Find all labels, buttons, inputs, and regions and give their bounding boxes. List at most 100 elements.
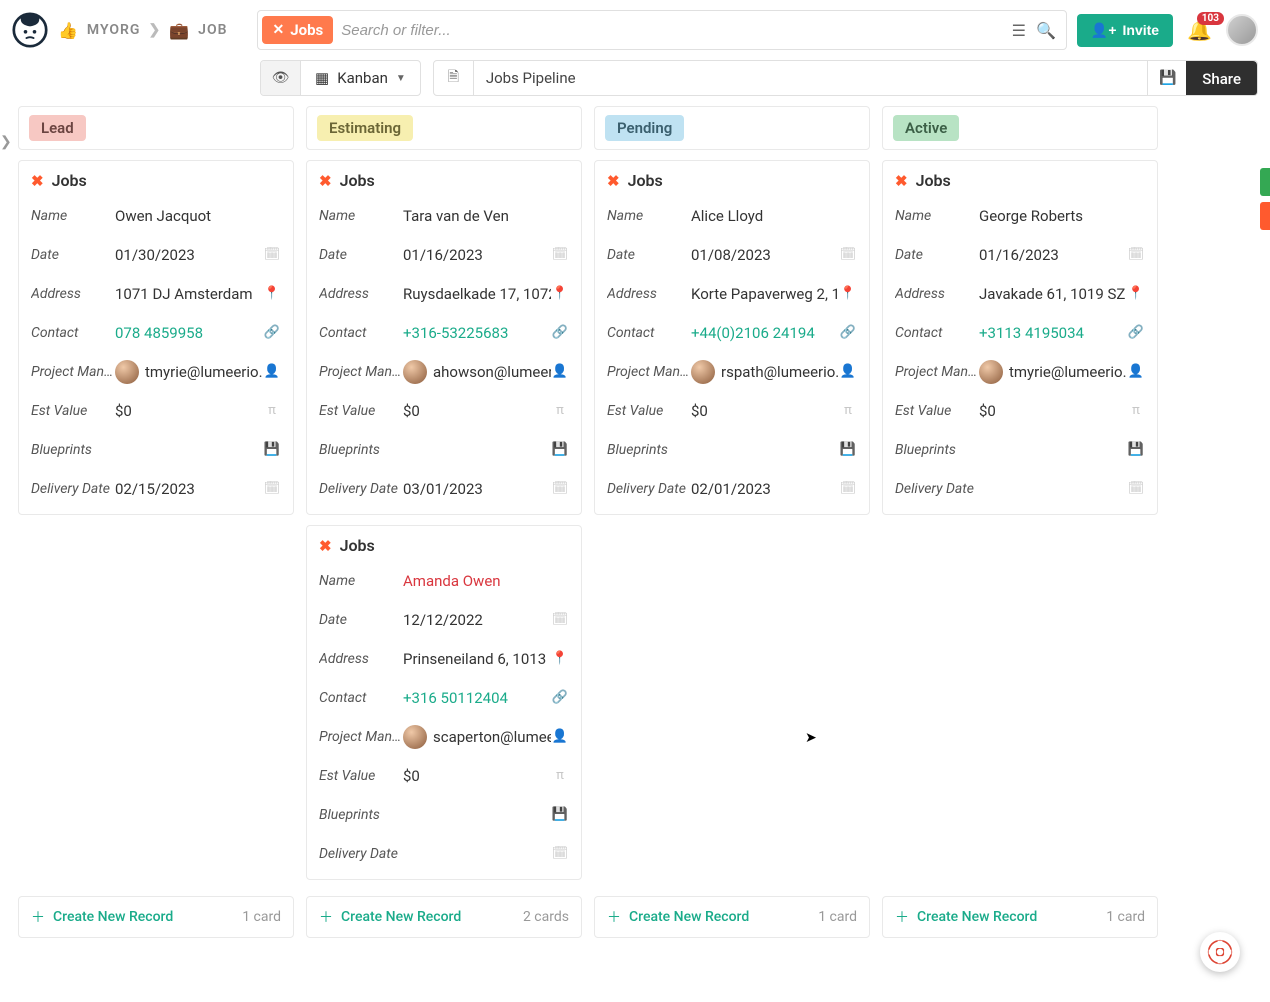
save-view-button[interactable]: 💾 [1147,61,1187,95]
breadcrumb-org[interactable]: MYORG [87,22,141,38]
field-value: Javakade 61, 1019 SZ [979,285,1127,303]
field-row[interactable]: Date 12/12/2022 🗓 [311,600,577,639]
field-row[interactable]: Name Owen Jacquot [23,196,289,235]
create-record-button[interactable]: ＋ Create New Record [31,907,173,927]
column-chip: Pending [605,115,684,141]
field-row[interactable]: Delivery Date 02/15/2023 🗓 [23,469,289,508]
field-label: Delivery Date [319,481,403,497]
notification-count: 103 [1197,12,1224,25]
calendar-icon: 🗓 [551,247,569,262]
field-row[interactable]: Est Value $0 π [23,391,289,430]
share-button[interactable]: Share [1186,61,1257,96]
field-row[interactable]: Project Manager ahowson@lumeeri 👤 [311,352,577,391]
job-card[interactable]: ✖ Jobs Name Amanda Owen Date 12/12/2022 … [306,525,582,880]
field-row[interactable]: Blueprints 💾 [887,430,1153,469]
field-label: Project Manager [319,729,403,745]
field-row[interactable]: Address Korte Papaverweg 2, 1 📍 [599,274,865,313]
pipeline-name[interactable]: Jobs Pipeline [474,61,1147,95]
field-row[interactable]: Date 01/16/2023 🗓 [887,235,1153,274]
field-row[interactable]: Est Value $0 π [887,391,1153,430]
field-row[interactable]: Delivery Date 02/01/2023 🗓 [599,469,865,508]
field-row[interactable]: Delivery Date 🗓 [887,469,1153,508]
search-icon[interactable]: 🔍 [1036,21,1056,40]
breadcrumb-project[interactable]: JOB [198,22,227,38]
calendar-icon: 🗓 [263,481,281,496]
field-label: Delivery Date [319,846,403,862]
field-row[interactable]: Est Value $0 π [311,756,577,795]
file-icon: 💾 [839,442,857,457]
field-row[interactable]: Date 01/30/2023 🗓 [23,235,289,274]
field-row[interactable]: Name Tara van de Ven [311,196,577,235]
card-title: ✖ Jobs [595,161,869,196]
field-label: Name [31,208,115,224]
card-title: ✖ Jobs [883,161,1157,196]
field-row[interactable]: Delivery Date 🗓 [311,834,577,873]
field-row[interactable]: Est Value $0 π [599,391,865,430]
field-label: Address [607,286,691,302]
column-header[interactable]: Lead [18,106,294,150]
column-header[interactable]: Estimating [306,106,582,150]
field-row[interactable]: Name George Roberts [887,196,1153,235]
field-row[interactable]: Address Javakade 61, 1019 SZ 📍 [887,274,1153,313]
list-icon[interactable]: ☰ [1012,21,1026,40]
create-record-button[interactable]: ＋ Create New Record [319,907,461,927]
field-row[interactable]: Blueprints 💾 [311,795,577,834]
expand-sidebar-handle[interactable]: ❯ [0,134,12,150]
create-record-button[interactable]: ＋ Create New Record [895,907,1037,927]
invite-button[interactable]: 👤+ Invite [1077,14,1173,47]
field-row[interactable]: Contact +3113 4195034 🔗 [887,313,1153,352]
field-row[interactable]: Contact +316-53225683 🔗 [311,313,577,352]
column-header[interactable]: Pending [594,106,870,150]
field-label: Contact [895,325,979,341]
field-row[interactable]: Project Manager tmyrie@lumeerio. 👤 [887,352,1153,391]
field-row[interactable]: Date 01/16/2023 🗓 [311,235,577,274]
search-chip[interactable]: ✕ Jobs [262,16,333,44]
side-tab-green[interactable] [1260,168,1270,196]
user-avatar[interactable] [1226,14,1258,46]
card-title-label: Jobs [628,171,663,190]
tools-icon: ✖ [319,537,332,555]
field-row[interactable]: Contact +316 50112404 🔗 [311,678,577,717]
help-button[interactable] [1200,932,1240,972]
column-header[interactable]: Active [882,106,1158,150]
field-row[interactable]: Address Ruysdaelkade 17, 1072 📍 [311,274,577,313]
field-row[interactable]: Blueprints 💾 [599,430,865,469]
user-icon: 👤 [551,729,569,744]
user-icon: 👤 [551,364,569,379]
field-row[interactable]: Contact 078 4859958 🔗 [23,313,289,352]
search-input[interactable] [341,22,1011,39]
field-row[interactable]: Est Value $0 π [311,391,577,430]
app-logo[interactable] [12,12,48,48]
job-card[interactable]: ✖ Jobs Name Alice Lloyd Date 01/08/2023 … [594,160,870,515]
field-row[interactable]: Name Alice Lloyd [599,196,865,235]
field-row[interactable]: Name Amanda Owen [311,561,577,600]
field-row[interactable]: Address 1071 DJ Amsterdam 📍 [23,274,289,313]
tools-icon: ✖ [607,172,620,190]
file-icon: 💾 [1127,442,1145,457]
search-bar[interactable]: ✕ Jobs ☰ 🔍 [257,10,1066,50]
card-count: 1 card [1106,909,1145,925]
visibility-toggle[interactable]: 👁 [261,61,301,95]
caret-down-icon: ▼ [396,73,406,84]
job-card[interactable]: ✖ Jobs Name Tara van de Ven Date 01/16/2… [306,160,582,515]
view-selector[interactable]: ▦ Kanban ▼ [301,61,420,95]
job-card[interactable]: ✖ Jobs Name George Roberts Date 01/16/20… [882,160,1158,515]
field-row[interactable]: Date 01/08/2023 🗓 [599,235,865,274]
field-row[interactable]: Delivery Date 03/01/2023 🗓 [311,469,577,508]
view-controls: 👁 ▦ Kanban ▼ [260,60,421,96]
field-label: Date [319,612,403,628]
field-row[interactable]: Project Manager scaperton@lumee 👤 [311,717,577,756]
file-icon: 💾 [263,442,281,457]
field-row[interactable]: Blueprints 💾 [23,430,289,469]
field-row[interactable]: Project Manager rspath@lumeerio. 👤 [599,352,865,391]
field-row[interactable]: Contact +44(0)2106 24194 🔗 [599,313,865,352]
notifications-button[interactable]: 🔔 103 [1183,18,1216,42]
side-tab-orange[interactable] [1260,202,1270,230]
field-row[interactable]: Project Manager tmyrie@lumeerio. 👤 [23,352,289,391]
field-row[interactable]: Address Prinseneiland 6, 1013 📍 [311,639,577,678]
job-card[interactable]: ✖ Jobs Name Owen Jacquot Date 01/30/2023… [18,160,294,515]
create-label: Create New Record [917,909,1037,925]
create-record-button[interactable]: ＋ Create New Record [607,907,749,927]
field-row[interactable]: Blueprints 💾 [311,430,577,469]
add-view-button[interactable]: 🗎 [434,61,474,95]
